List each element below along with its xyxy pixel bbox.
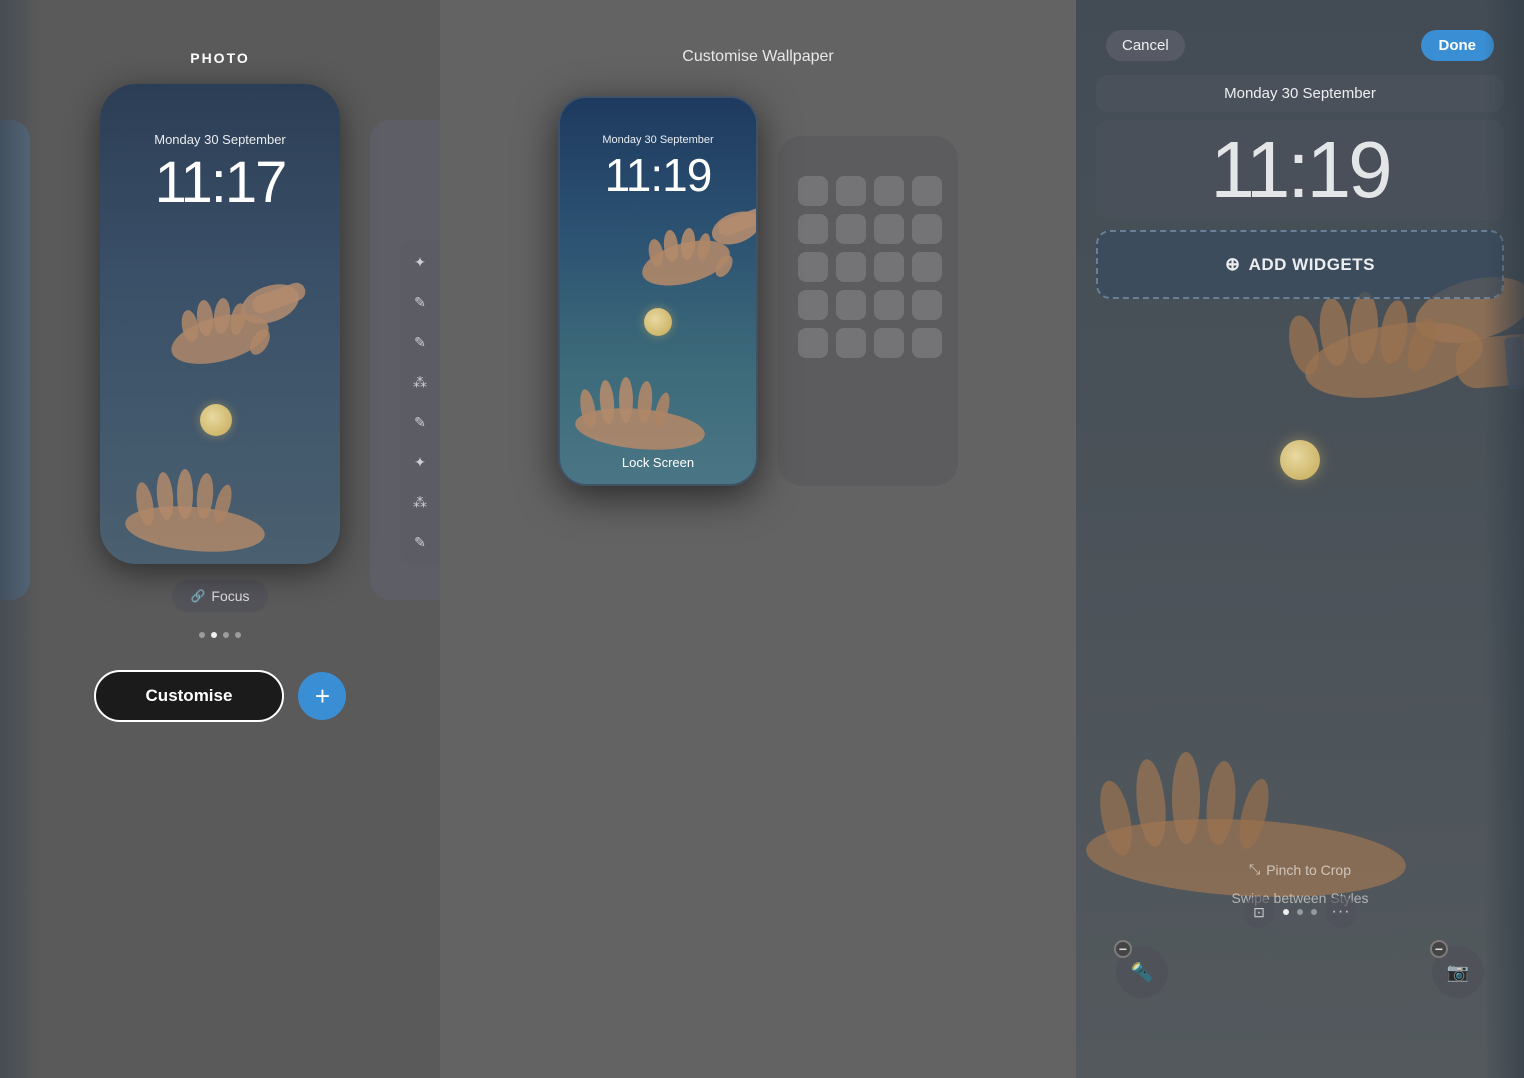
app-dot [798, 290, 828, 320]
toolbar-icon-1[interactable]: ✦ [408, 250, 432, 274]
hand-upper-left-icon [130, 264, 310, 394]
dot-4 [235, 632, 241, 638]
style-dots-row: ⊡ ··· [1076, 896, 1524, 928]
page-dots [199, 632, 241, 638]
app-dot [912, 214, 942, 244]
cancel-button[interactable]: Cancel [1106, 30, 1185, 61]
app-dot [874, 290, 904, 320]
toolbar-icon-8[interactable]: ✎ [408, 530, 432, 554]
toolbar-icon-6[interactable]: ✦ [408, 450, 432, 474]
app-dot [912, 290, 942, 320]
app-dot [836, 328, 866, 358]
customise-button[interactable]: Customise [94, 670, 285, 722]
add-widgets-button[interactable]: ⊕ ADD WIDGETS [1096, 230, 1504, 299]
app-dot [874, 252, 904, 282]
moon-mid [644, 308, 672, 336]
mid-phone-time: 11:19 [560, 148, 756, 202]
mid-panel: Customise Wallpaper Monday 30 September … [440, 0, 1076, 1078]
app-dot [874, 176, 904, 206]
focus-label: Focus [211, 588, 249, 604]
bottom-icons-row: − 🔦 − 📷 [1076, 946, 1524, 998]
add-wallpaper-button[interactable]: + [298, 672, 346, 720]
app-dot [798, 328, 828, 358]
app-dot [836, 176, 866, 206]
left-panel: PHOTO Monday 30 September 11:17 [0, 0, 440, 1078]
dot-1 [199, 632, 205, 638]
flashlight-icon: 🔦 [1131, 962, 1153, 983]
style-dot-2 [1297, 909, 1303, 915]
customise-wallpaper-title: Customise Wallpaper [682, 48, 833, 66]
mid-phone-home[interactable] [778, 136, 958, 486]
more-styles-button[interactable]: ··· [1325, 896, 1357, 928]
hand-lower-mid-icon [558, 374, 730, 454]
app-dot [836, 252, 866, 282]
moon-right [1280, 440, 1320, 480]
phone-preview-left: Monday 30 September 11:17 [100, 84, 340, 564]
toolbar-icon-2[interactable]: ✎ [408, 290, 432, 314]
side-strip-right: ✦ ✎ ✎ ⁂ ✎ ✦ ⁂ ✎ [370, 120, 440, 600]
app-dot [836, 290, 866, 320]
dot-2 [211, 632, 217, 638]
remove-flashlight-icon[interactable]: − [1114, 940, 1132, 958]
right-time-box[interactable]: 11:19 [1096, 120, 1504, 220]
app-dot [874, 328, 904, 358]
flashlight-button[interactable]: − 🔦 [1116, 946, 1168, 998]
focus-button[interactable]: 🔗 Focus [172, 580, 267, 612]
hand-upper-mid-icon [606, 198, 758, 318]
app-dot [798, 252, 828, 282]
app-dot [912, 252, 942, 282]
hand-lower-left-icon [105, 464, 305, 554]
right-top-bar: Cancel Done [1076, 0, 1524, 61]
photos-icon: ⊡ [1253, 904, 1265, 921]
photo-label: PHOTO [190, 50, 250, 66]
more-icon: ··· [1332, 903, 1351, 921]
crop-icon: ⤡ [1249, 861, 1260, 878]
style-dot-3 [1311, 909, 1317, 915]
mid-phone-lock[interactable]: Monday 30 September 11:19 [558, 96, 758, 486]
photos-style-icon[interactable]: ⊡ [1243, 896, 1275, 928]
right-panel: Cancel Done Monday 30 September 11:19 ⊕ … [1076, 0, 1524, 1078]
toolbar-icon-7[interactable]: ⁂ [408, 490, 432, 514]
mid-phone-date: Monday 30 September [560, 134, 756, 146]
app-dot [874, 214, 904, 244]
style-dot-1 [1283, 909, 1289, 915]
toolbar-icon-4[interactable]: ⁂ [408, 370, 432, 394]
toolbar-icon-5[interactable]: ✎ [408, 410, 432, 434]
app-dot [798, 176, 828, 206]
remove-camera-icon[interactable]: − [1430, 940, 1448, 958]
toolbar-icon-3[interactable]: ✎ [408, 330, 432, 354]
add-widgets-label: ADD WIDGETS [1249, 255, 1375, 275]
moon-left [200, 404, 232, 436]
app-dot [912, 176, 942, 206]
focus-icon: 🔗 [190, 589, 205, 603]
add-widgets-icon: ⊕ [1225, 254, 1241, 275]
dot-3 [223, 632, 229, 638]
app-dot [798, 214, 828, 244]
phone-time-left: 11:17 [100, 149, 340, 216]
customise-row: Customise + [94, 670, 347, 722]
pinch-to-crop-label: ⤡ Pinch to Crop [1076, 861, 1524, 878]
mid-phone-container: Monday 30 September 11:19 [558, 96, 958, 486]
side-strip-left [0, 120, 30, 600]
app-grid [798, 176, 938, 358]
done-button[interactable]: Done [1421, 30, 1495, 61]
camera-icon: 📷 [1447, 962, 1469, 983]
app-dot [836, 214, 866, 244]
camera-button[interactable]: − 📷 [1432, 946, 1484, 998]
right-date-box[interactable]: Monday 30 September [1096, 75, 1504, 112]
pinch-label: Pinch to Crop [1266, 862, 1351, 878]
app-dot [912, 328, 942, 358]
lock-screen-label: Lock Screen [560, 455, 756, 470]
phone-date-left: Monday 30 September [100, 132, 340, 147]
toolbar-icons: ✦ ✎ ✎ ⁂ ✎ ✦ ⁂ ✎ [400, 240, 440, 564]
